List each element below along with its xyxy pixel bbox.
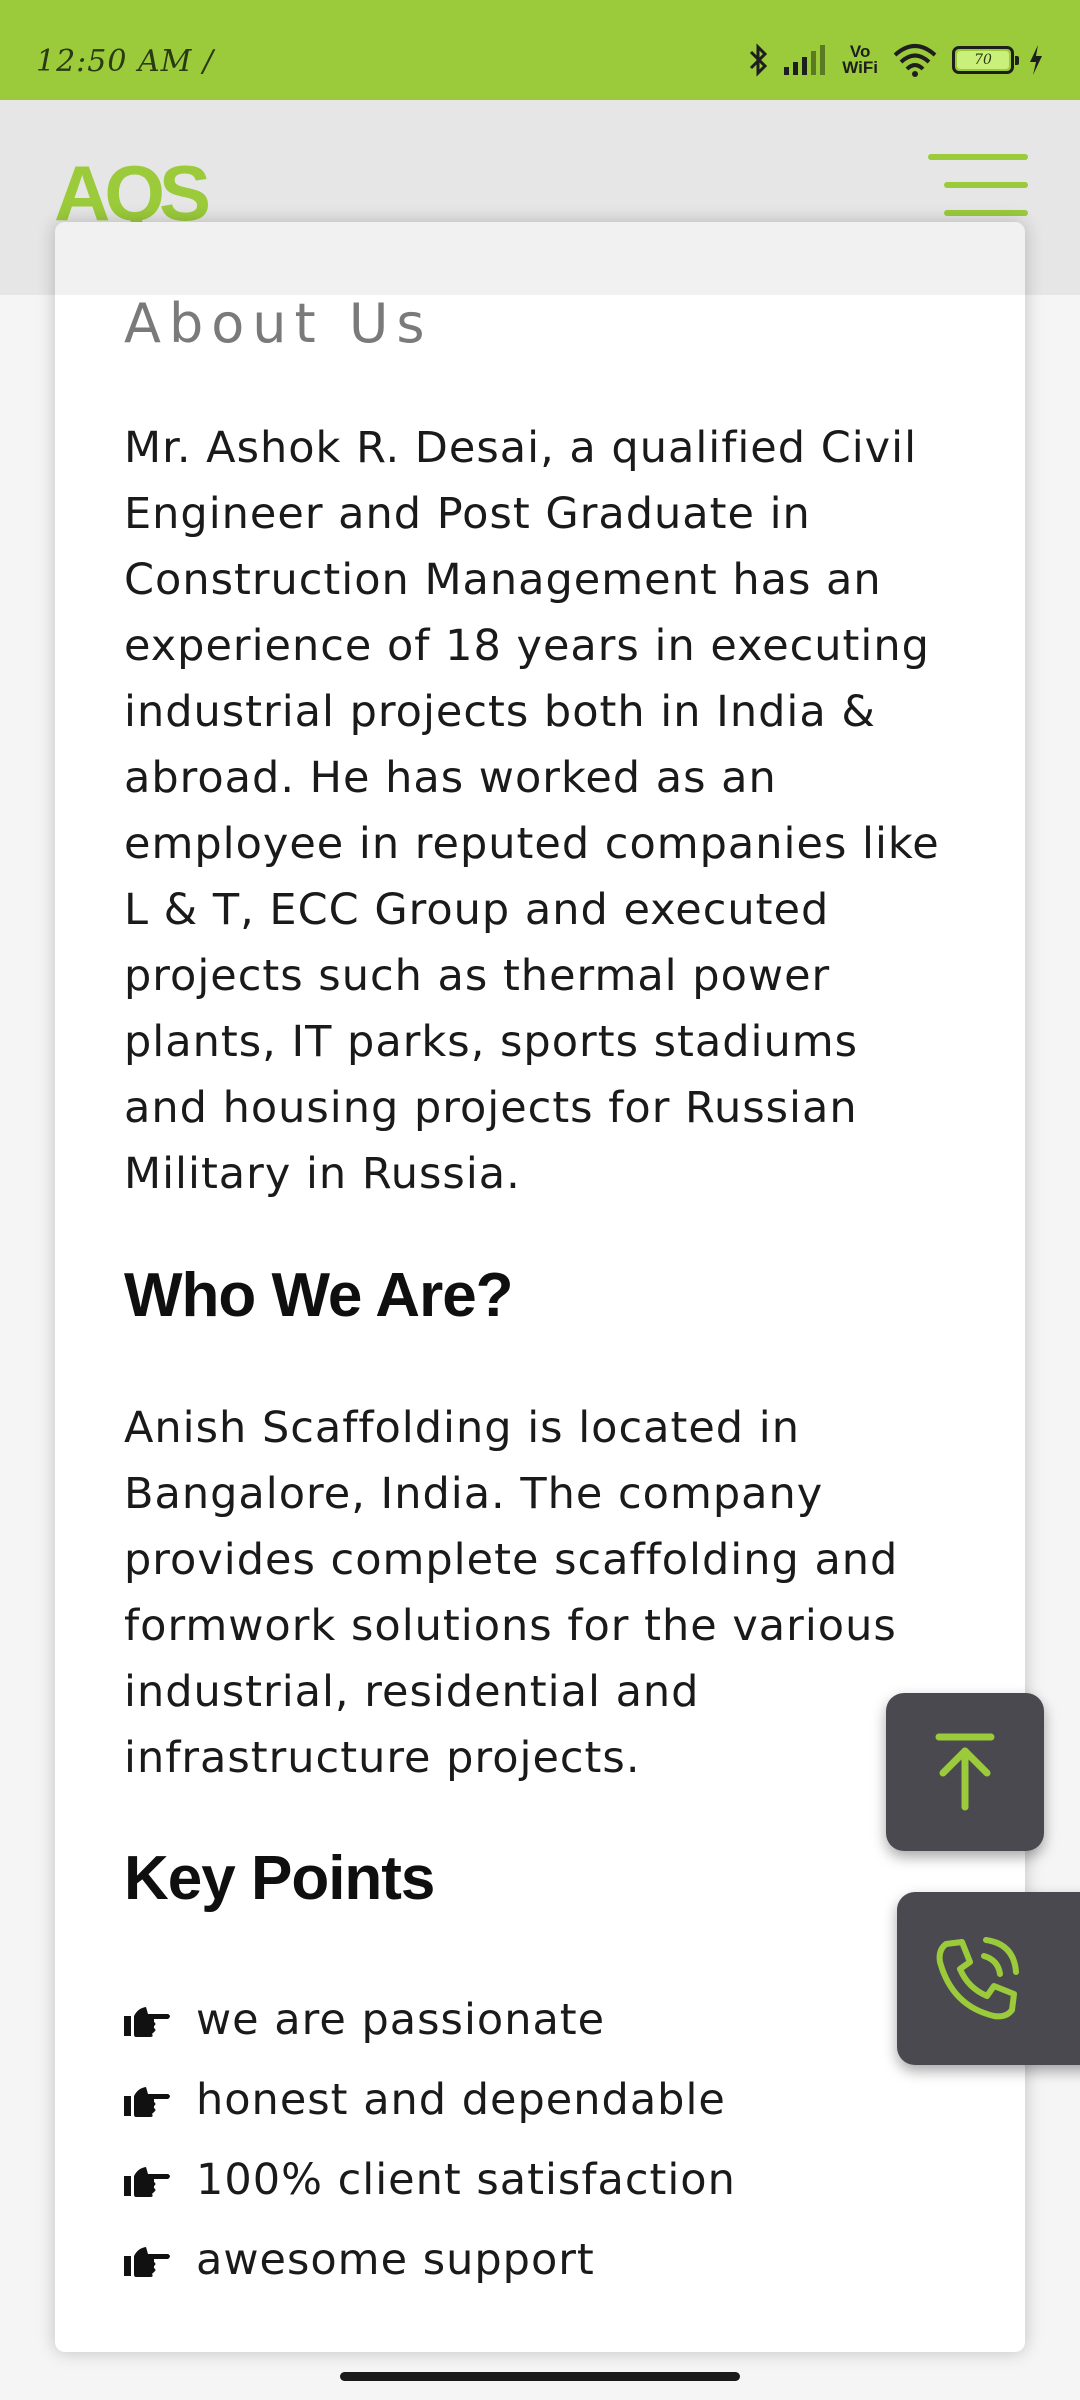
list-item: 100% client satisfaction — [124, 2140, 884, 2220]
menu-line — [944, 210, 1028, 216]
list-item: awesome support — [124, 2220, 884, 2300]
menu-line — [928, 154, 1028, 160]
status-bar: 12:50 AM / Vo WiFi 70 — [0, 0, 1080, 100]
menu-button[interactable] — [918, 150, 1028, 220]
menu-line — [944, 182, 1028, 188]
key-points-list: we are passionate honest and dependable … — [124, 1980, 884, 2300]
signal-icon — [784, 45, 826, 75]
scroll-to-top-button[interactable] — [886, 1693, 1044, 1851]
wifi-icon — [893, 44, 937, 77]
about-paragraph: Mr. Ashok R. Desai, a qualified Civil En… — [124, 423, 940, 1199]
charging-icon — [1030, 45, 1042, 75]
battery-icon: 70 — [952, 46, 1019, 74]
hand-pointing-right-icon — [124, 2167, 170, 2197]
status-time: 12:50 AM / — [36, 44, 215, 79]
phone-ringing-icon — [936, 1936, 1019, 2019]
who-we-are-paragraph: Anish Scaffolding is located in Bangalor… — [124, 1403, 899, 1783]
bluetooth-icon — [750, 43, 768, 77]
list-item: honest and dependable — [124, 2060, 884, 2140]
key-point-text: awesome support — [196, 2235, 595, 2285]
who-we-are-heading: Who We Are? — [124, 1261, 514, 1330]
status-icons: Vo WiFi 70 — [748, 40, 1044, 80]
list-item: we are passionate — [124, 1980, 884, 2060]
arrow-up-to-line-icon — [935, 1733, 995, 1811]
hand-pointing-right-icon — [124, 2007, 170, 2037]
call-button[interactable] — [897, 1892, 1080, 2065]
battery-level: 70 — [957, 51, 1009, 69]
about-heading: About Us — [124, 292, 433, 355]
hand-pointing-right-icon — [124, 2087, 170, 2117]
home-indicator[interactable] — [340, 2372, 740, 2381]
key-point-text: we are passionate — [196, 1995, 606, 2045]
vowifi-label: Vo WiFi — [842, 42, 878, 77]
key-point-text: 100% client satisfaction — [196, 2155, 736, 2205]
hand-pointing-right-icon — [124, 2247, 170, 2277]
key-points-heading: Key Points — [124, 1844, 435, 1913]
key-point-text: honest and dependable — [196, 2075, 726, 2125]
header-overlay — [55, 222, 1025, 295]
